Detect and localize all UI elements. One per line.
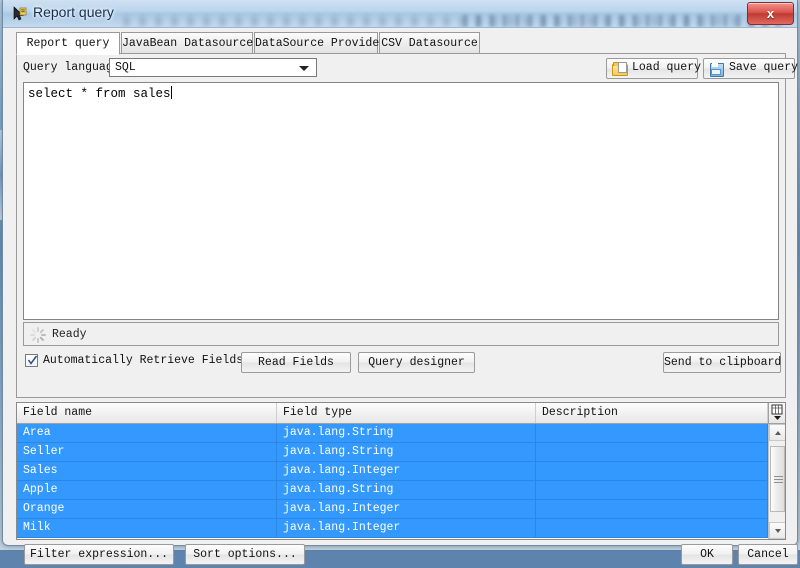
- cell-description: [536, 443, 768, 461]
- status-bar: Ready: [23, 322, 779, 346]
- table-row[interactable]: Apple java.lang.String: [17, 481, 768, 500]
- cell-field-name: Area: [17, 424, 277, 442]
- filter-expression-button[interactable]: Filter expression...: [24, 544, 174, 565]
- tab-csv-datasource[interactable]: CSV Datasource: [379, 32, 480, 54]
- floppy-disk-icon: [709, 62, 724, 77]
- cell-description: [536, 424, 768, 442]
- cell-field-name: Apple: [17, 481, 277, 499]
- check-icon: [27, 355, 38, 365]
- save-query-button[interactable]: Save query: [703, 58, 799, 79]
- sort-options-button[interactable]: Sort options...: [185, 544, 305, 565]
- column-header-field-name[interactable]: Field name: [17, 403, 277, 423]
- close-icon: x: [766, 6, 775, 21]
- options-row: Automatically Retrieve Fields Read Field…: [23, 350, 781, 374]
- scroll-up-button[interactable]: [769, 424, 785, 441]
- glass-blur-artifact-2: [463, 15, 783, 27]
- load-query-button[interactable]: Load query: [606, 58, 702, 79]
- report-query-window: Report query x Report query JavaBean Dat…: [2, 0, 798, 565]
- query-editor-text-wrap: select * from sales: [28, 86, 172, 101]
- column-header-label: Description: [542, 406, 618, 419]
- spinner-icon: [30, 327, 46, 343]
- query-editor[interactable]: select * from sales: [23, 82, 779, 320]
- cell-field-type: java.lang.Integer: [277, 500, 536, 518]
- table-row[interactable]: Seller java.lang.String: [17, 443, 768, 462]
- cell-field-name: Milk: [17, 519, 277, 537]
- column-header-description[interactable]: Description: [536, 403, 768, 423]
- table-row[interactable]: Sales java.lang.Integer: [17, 462, 768, 481]
- cell-field-name: Sales: [17, 462, 277, 480]
- scroll-down-button[interactable]: [769, 522, 785, 539]
- query-designer-button[interactable]: Query designer: [358, 352, 475, 373]
- report-query-panel: Query language SQL Load query Save query: [16, 53, 798, 398]
- column-header-label: Field name: [23, 406, 93, 419]
- load-query-label: Load query: [632, 61, 702, 74]
- report-query-icon: [11, 6, 28, 23]
- triangle-down-icon: [775, 529, 781, 533]
- tab-javabean-datasource[interactable]: JavaBean Datasource: [121, 32, 253, 54]
- fields-table-body: Area java.lang.String Seller java.lang.S…: [17, 424, 768, 539]
- column-header-label: Field type: [283, 406, 353, 419]
- read-fields-label: Read Fields: [258, 356, 334, 369]
- cell-field-type: java.lang.String: [277, 481, 536, 499]
- query-designer-label: Query designer: [368, 356, 465, 369]
- text-caret: [170, 86, 172, 99]
- cell-description: [536, 481, 768, 499]
- cell-description: [536, 500, 768, 518]
- query-language-label: Query language: [23, 61, 120, 74]
- cancel-button[interactable]: Cancel: [738, 544, 798, 565]
- status-text: Ready: [52, 328, 87, 341]
- send-to-clipboard-button[interactable]: Send to clipboard: [663, 352, 781, 373]
- tab-label: JavaBean Datasource: [122, 37, 254, 50]
- scrollbar-thumb[interactable]: [770, 446, 785, 512]
- cell-field-name: Orange: [17, 500, 277, 518]
- dialog-footer: Filter expression... Sort options... OK …: [16, 542, 798, 568]
- window-title: Report query: [33, 4, 114, 20]
- tab-label: CSV Datasource: [381, 37, 478, 50]
- tab-datasource-provider[interactable]: DataSource Provider: [254, 32, 386, 54]
- auto-retrieve-fields-label: Automatically Retrieve Fields: [43, 354, 244, 367]
- table-vertical-scrollbar[interactable]: [768, 424, 785, 539]
- query-language-value: SQL: [115, 61, 136, 74]
- send-to-clipboard-label: Send to clipboard: [664, 356, 782, 369]
- read-fields-button[interactable]: Read Fields: [241, 352, 351, 373]
- client-area: Report query JavaBean Datasource DataSou…: [8, 28, 798, 565]
- column-header-field-type[interactable]: Field type: [277, 403, 536, 423]
- cell-description: [536, 462, 768, 480]
- cell-description: [536, 519, 768, 537]
- ok-button[interactable]: OK: [681, 544, 733, 565]
- tab-label: DataSource Provider: [255, 37, 387, 50]
- tab-report-query[interactable]: Report query: [16, 32, 120, 55]
- fields-table: Field name Field type Description Area j…: [16, 402, 786, 540]
- query-editor-text: select * from sales: [28, 87, 171, 101]
- query-language-select[interactable]: SQL: [109, 58, 317, 77]
- fields-table-header: Field name Field type Description: [17, 403, 785, 424]
- close-button[interactable]: x: [747, 2, 794, 25]
- table-row[interactable]: Area java.lang.String: [17, 424, 768, 443]
- cell-field-type: java.lang.String: [277, 424, 536, 442]
- table-row[interactable]: Orange java.lang.Integer: [17, 500, 768, 519]
- tab-strip: Report query JavaBean Datasource DataSou…: [16, 32, 786, 55]
- chevron-down-icon: [299, 66, 309, 71]
- triangle-up-icon: [775, 431, 781, 435]
- cell-field-name: Seller: [17, 443, 277, 461]
- tab-label: Report query: [26, 37, 110, 50]
- folder-icon: [612, 62, 628, 76]
- table-row[interactable]: Milk java.lang.Integer: [17, 519, 768, 538]
- grip-icon: [774, 476, 783, 477]
- cell-field-type: java.lang.Integer: [277, 462, 536, 480]
- title-bar[interactable]: Report query x: [3, 0, 797, 28]
- cell-field-type: java.lang.String: [277, 443, 536, 461]
- save-query-label: Save query: [729, 61, 799, 74]
- cell-field-type: java.lang.Integer: [277, 519, 536, 537]
- auto-retrieve-fields-checkbox[interactable]: [25, 354, 38, 367]
- column-chooser-button[interactable]: [768, 403, 785, 423]
